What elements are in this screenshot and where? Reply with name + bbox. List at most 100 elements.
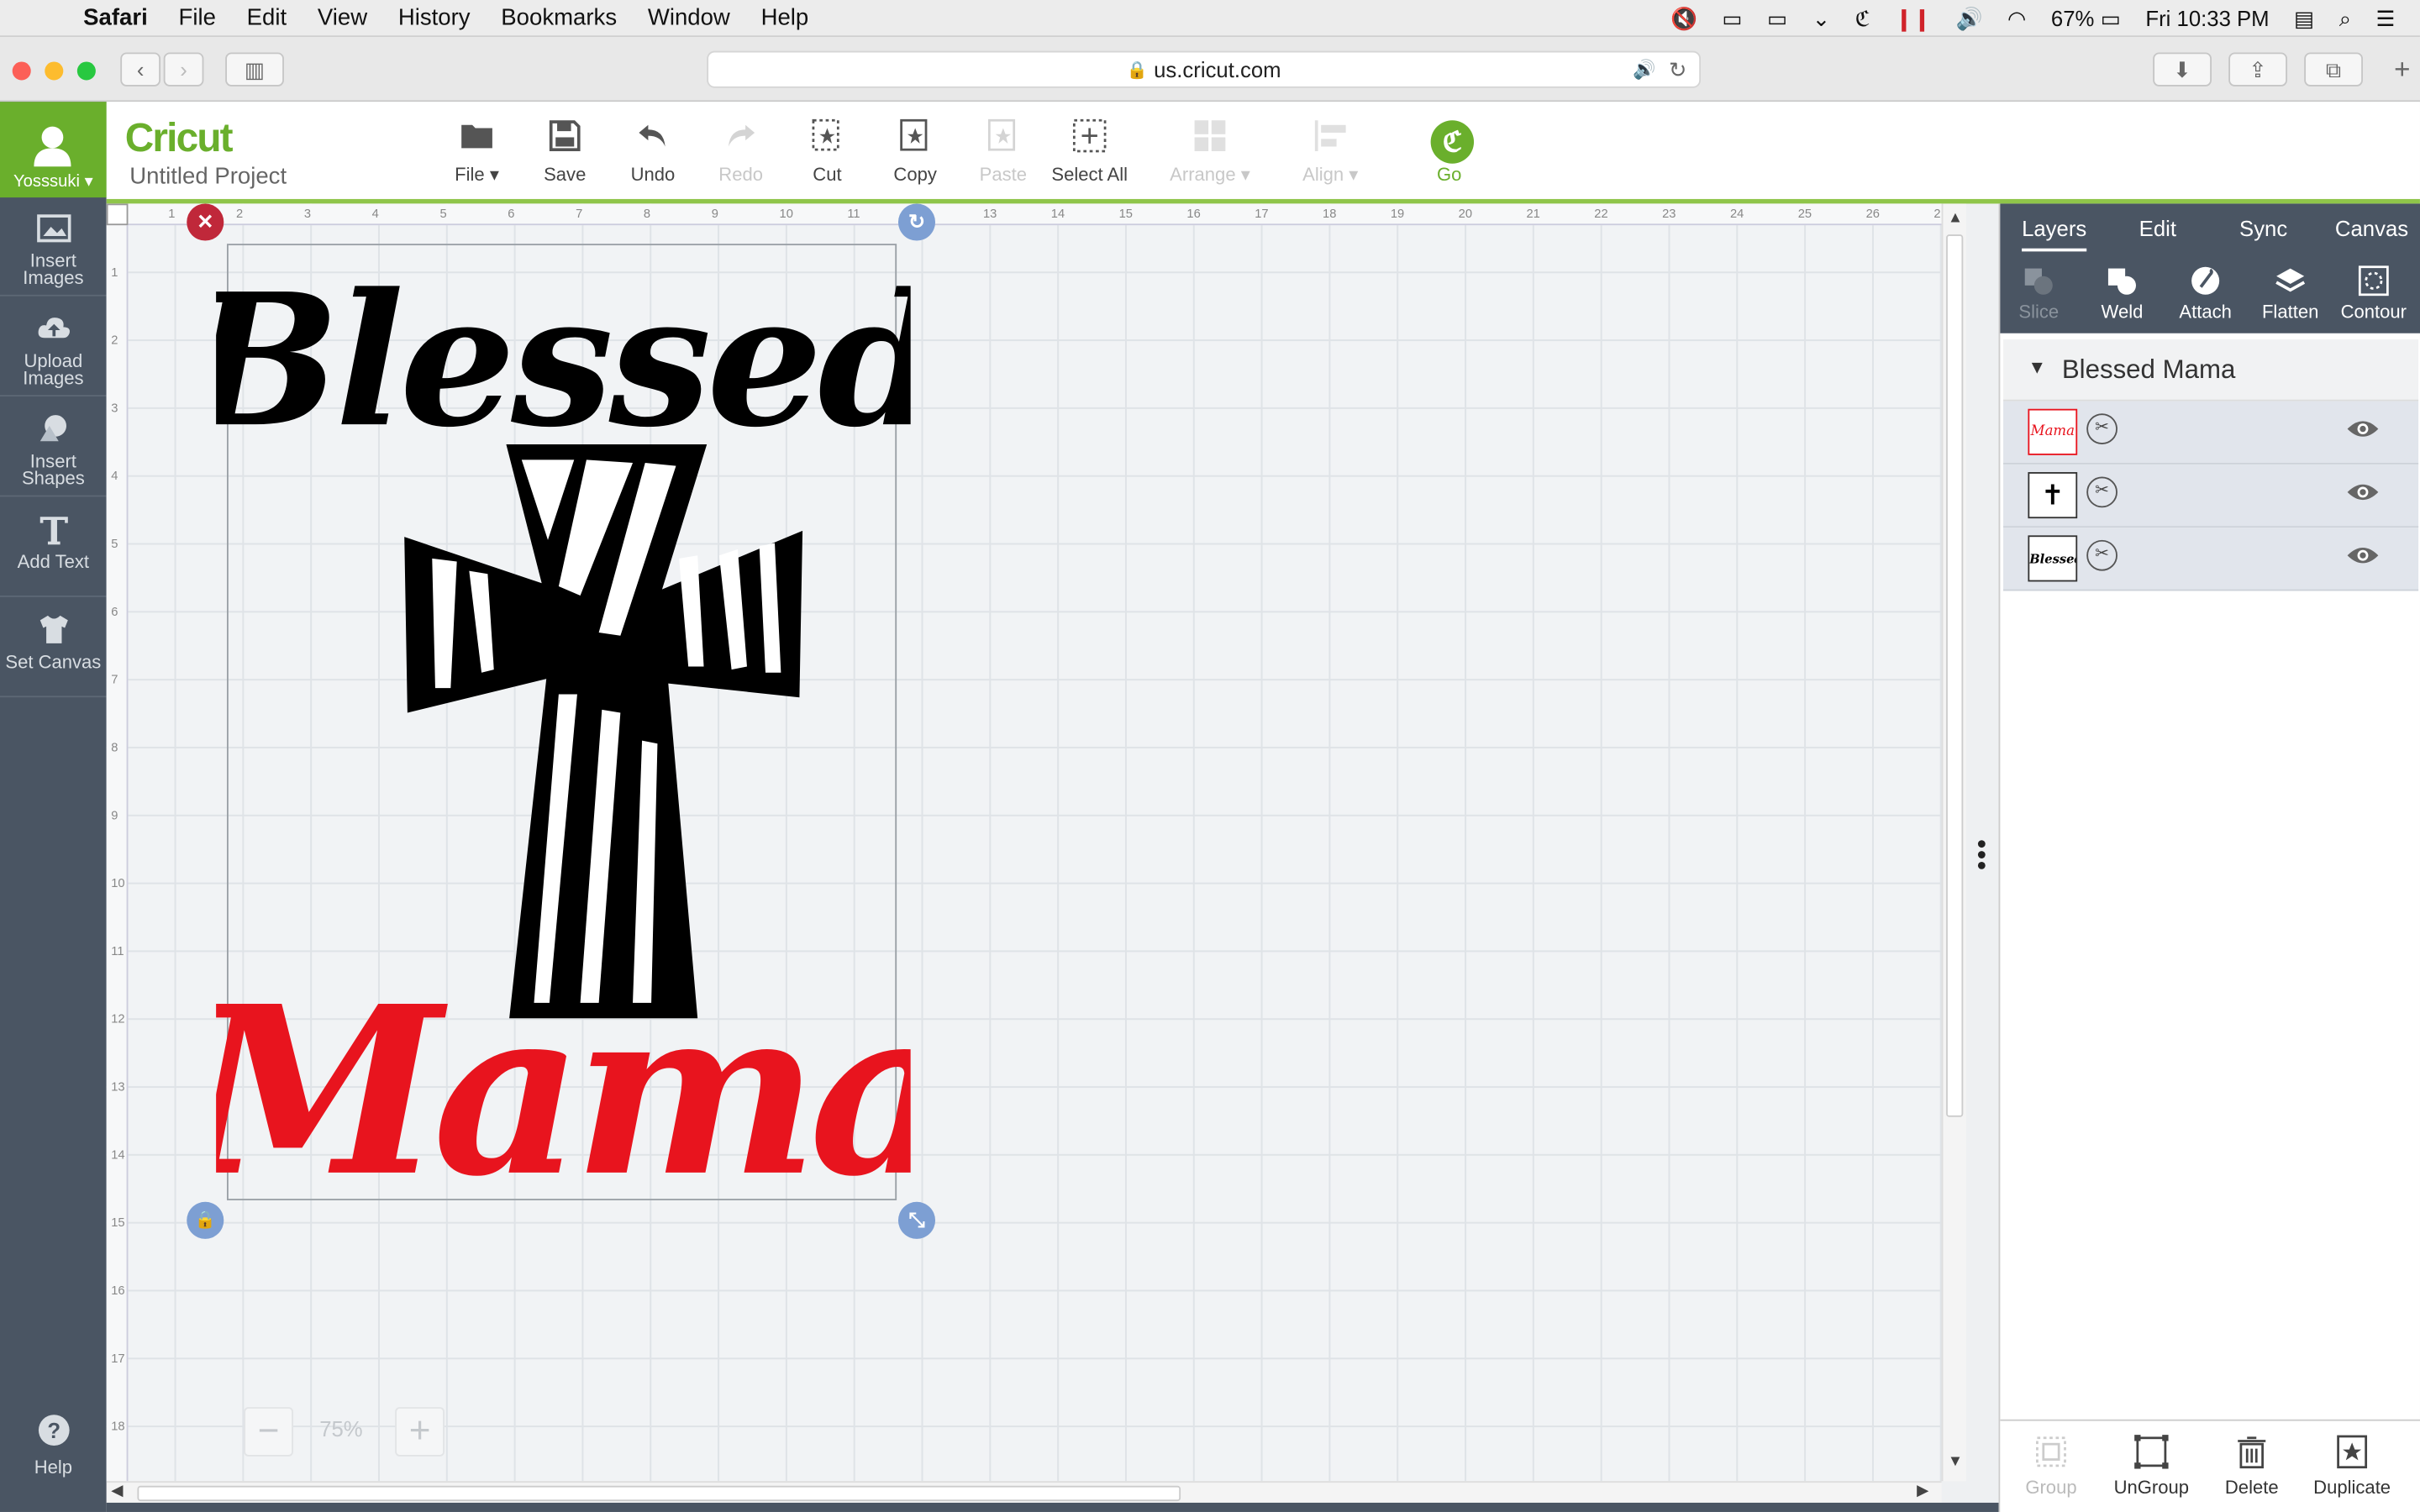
back-button[interactable]: ‹ <box>120 52 161 87</box>
undo-icon <box>639 124 666 147</box>
tool-label: Attach <box>2179 301 2232 323</box>
notification-center-icon[interactable]: ☰ <box>2375 5 2395 31</box>
flatten-button[interactable]: Flatten <box>2249 265 2332 323</box>
user-menu[interactable]: Yosssuki ▾ <box>0 102 107 198</box>
mute-icon[interactable]: 🔇 <box>1670 5 1697 31</box>
tab-canvas[interactable]: Canvas <box>2335 216 2408 240</box>
design-artwork[interactable]: Blessed Mama <box>216 232 911 1219</box>
duplicate-button[interactable]: Duplicate <box>2306 1433 2398 1498</box>
slice-button[interactable]: Slice <box>1997 265 2081 323</box>
spotlight-search-icon[interactable]: ⌕ <box>2339 5 2351 31</box>
horizontal-scroll-thumb[interactable] <box>137 1485 1181 1502</box>
volume-icon[interactable]: 🔊 <box>1956 5 1983 31</box>
design-text-blessed[interactable]: Blessed <box>216 254 911 468</box>
attach-button[interactable]: Attach <box>2164 265 2247 323</box>
scroll-up-icon[interactable]: ▲ <box>1948 210 1963 227</box>
panel-collapse-handle-icon[interactable] <box>1977 839 1986 870</box>
url-text: us.cricut.com <box>1154 56 1281 82</box>
label-line2: Images <box>23 367 84 389</box>
add-text-button[interactable]: Add Text <box>0 498 107 597</box>
delete-button[interactable]: Delete <box>2206 1433 2298 1498</box>
tool-label: Delete <box>2224 1476 2279 1499</box>
forward-button[interactable]: › <box>163 52 204 87</box>
contour-button[interactable]: Contour <box>2332 265 2415 323</box>
layer-group-header[interactable]: ▼ Blessed Mama <box>2003 339 2419 402</box>
scissors-icon[interactable]: ✂ <box>2086 539 2118 571</box>
notifications-icon[interactable]: ▤ <box>2294 5 2314 31</box>
scissors-icon[interactable]: ✂ <box>2086 413 2118 444</box>
collapse-triangle-icon[interactable]: ▼ <box>2028 356 2046 378</box>
new-tab-button[interactable]: + <box>2385 52 2420 86</box>
tool-label: Select All <box>1051 163 1128 186</box>
menu-bookmarks[interactable]: Bookmarks <box>501 5 617 31</box>
sidebar-toggle-icon[interactable]: ▥ <box>225 52 284 87</box>
chevron-down-icon[interactable]: ⌄ <box>1812 5 1831 31</box>
align-menu-button[interactable]: Align ▾ <box>1276 118 1385 185</box>
battery-icon[interactable]: ▭ <box>2101 5 2121 31</box>
eye-icon[interactable] <box>2346 543 2380 568</box>
lock-handle-icon[interactable]: 🔒 <box>187 1201 224 1239</box>
menu-view[interactable]: View <box>318 5 367 31</box>
share-icon[interactable]: ⇪ <box>2228 52 2287 87</box>
menu-app-name[interactable]: Safari <box>83 5 148 31</box>
cricut-status-icon[interactable]: ℭ <box>1855 5 1870 31</box>
minimize-window-button[interactable] <box>45 61 64 81</box>
ruler-tick-label: 11 <box>847 207 860 221</box>
weld-button[interactable]: Weld <box>2081 265 2164 323</box>
layer-row[interactable]: ✝ ✂ <box>2003 464 2419 528</box>
tabs-overview-icon[interactable]: ⧉ <box>2304 52 2363 87</box>
address-bar[interactable]: 🔒 us.cricut.com ↻ 🔊 <box>707 50 1702 88</box>
wifi-icon[interactable]: ◠ <box>2007 5 2026 31</box>
menu-file[interactable]: File <box>179 5 216 31</box>
zoom-window-button[interactable] <box>76 61 96 81</box>
scroll-down-icon[interactable]: ▼ <box>1948 1453 1963 1470</box>
close-window-button[interactable] <box>12 61 31 81</box>
vertical-scrollbar[interactable]: ▲ ▼ <box>1941 203 1966 1482</box>
display-icon[interactable]: ▭ <box>1722 5 1742 31</box>
menu-help[interactable]: Help <box>761 5 809 31</box>
bottom-strip <box>106 1502 1999 1512</box>
clock[interactable]: Fri 10:33 PM <box>2145 6 2269 30</box>
layer-row[interactable]: Mama ✂ <box>2003 401 2419 465</box>
tab-edit[interactable]: Edit <box>2139 216 2176 240</box>
go-label[interactable]: Go <box>1437 164 1461 186</box>
menu-history[interactable]: History <box>398 5 471 31</box>
pause-icon[interactable]: ❙❙ <box>1895 5 1931 31</box>
menu-window[interactable]: Window <box>648 5 730 31</box>
set-canvas-button[interactable]: Set Canvas <box>0 599 107 698</box>
layer-row[interactable]: Blessed ✂ <box>2003 528 2419 591</box>
delete-handle-icon[interactable]: ✕ <box>187 203 224 241</box>
design-text-mama[interactable]: Mama <box>216 955 911 1219</box>
scroll-right-icon[interactable]: ▶ <box>1917 1483 1928 1499</box>
eye-icon[interactable] <box>2346 417 2380 441</box>
upload-images-button[interactable]: Upload Images <box>0 297 107 397</box>
zoom-out-button[interactable]: − <box>244 1407 293 1457</box>
battery-small-icon[interactable]: ▭ <box>1767 5 1787 31</box>
cricut-logo: Cricut <box>124 113 234 161</box>
tab-sync[interactable]: Sync <box>2239 216 2287 240</box>
rotate-handle-icon[interactable]: ↻ <box>897 203 936 241</box>
scissors-icon[interactable]: ✂ <box>2086 476 2118 508</box>
resize-handle-icon[interactable]: ⤡ <box>897 1201 936 1239</box>
group-button[interactable]: Group <box>2005 1433 2097 1498</box>
ruler-tick-label: 4 <box>371 207 379 221</box>
arrange-menu-button[interactable]: Arrange ▾ <box>1156 118 1265 185</box>
eye-icon[interactable] <box>2346 480 2380 504</box>
project-name[interactable]: Untitled Project <box>129 164 287 190</box>
cross-graphic[interactable] <box>404 444 803 1019</box>
tab-layers[interactable]: Layers <box>2022 216 2087 252</box>
ungroup-button[interactable]: UnGroup <box>2105 1433 2197 1498</box>
horizontal-scrollbar[interactable]: ◀ ▶ <box>106 1481 1942 1503</box>
reload-icon[interactable]: ↻ <box>1669 56 1687 82</box>
menu-edit[interactable]: Edit <box>247 5 287 31</box>
help-button[interactable]: ? Help <box>0 1413 107 1478</box>
select-all-button[interactable]: Select All <box>1035 118 1144 186</box>
insert-shapes-button[interactable]: Insert Shapes <box>0 398 107 497</box>
vertical-scroll-thumb[interactable] <box>1946 234 1964 1117</box>
insert-images-button[interactable]: Insert Images <box>0 197 107 297</box>
zoom-in-button[interactable]: + <box>395 1407 445 1457</box>
audio-icon[interactable]: 🔊 <box>1633 59 1655 81</box>
downloads-icon[interactable]: ⬇ <box>2153 52 2212 87</box>
go-button[interactable]: ℭ <box>1430 120 1475 164</box>
scroll-left-icon[interactable]: ◀ <box>111 1483 123 1499</box>
